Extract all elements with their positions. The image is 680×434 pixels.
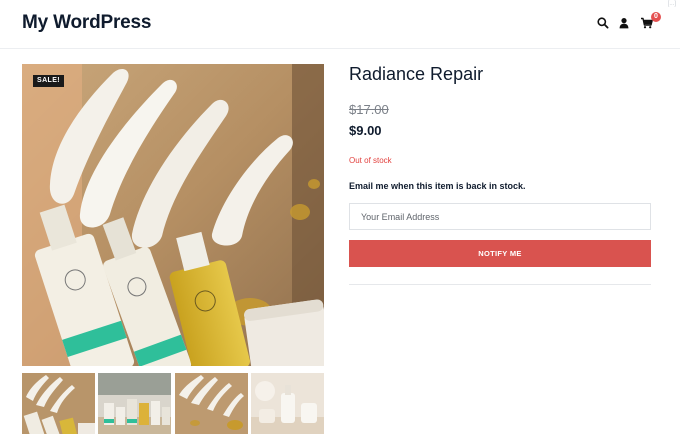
divider	[349, 284, 651, 285]
product-thumbnail[interactable]	[22, 373, 95, 434]
site-header: My WordPress [...] 0	[0, 0, 680, 49]
regular-price: $17.00	[349, 102, 389, 117]
sale-badge: SALE!	[33, 75, 64, 87]
stock-status: Out of stock	[349, 156, 392, 165]
product-thumbnail[interactable]	[251, 373, 324, 434]
notify-label: Email me when this item is back in stock…	[349, 181, 526, 191]
site-title[interactable]: My WordPress	[22, 12, 151, 34]
sale-price: $9.00	[349, 123, 382, 138]
product-main-image[interactable]	[22, 64, 324, 366]
product-thumbnail[interactable]	[175, 373, 248, 434]
cart-count-badge: 0	[651, 12, 661, 22]
watermark-text: [...]	[667, 1, 676, 7]
account-icon[interactable]	[617, 16, 631, 30]
notify-me-button[interactable]: NOTIFY ME	[349, 240, 651, 267]
product-title: Radiance Repair	[349, 64, 484, 84]
email-field[interactable]	[349, 203, 651, 230]
search-icon[interactable]	[596, 16, 610, 30]
product-thumbnail[interactable]	[98, 373, 171, 434]
